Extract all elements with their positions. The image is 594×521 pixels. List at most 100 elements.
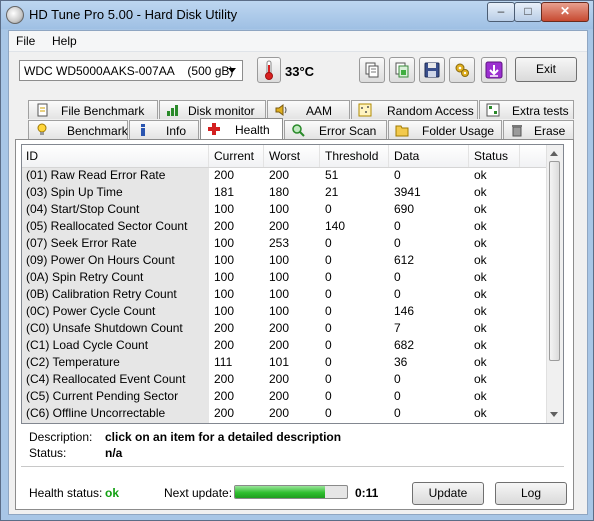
drive-select[interactable]: WDC WD5000AAKS-007AA (500 gB) — [19, 60, 243, 81]
table-row[interactable]: (0B) Calibration Retry Count 100 100 0 0 ok — [22, 286, 548, 303]
col-header-threshold[interactable]: Threshold — [325, 149, 378, 163]
scroll-thumb[interactable] — [549, 161, 560, 361]
tab-folder-usage[interactable]: Folder Usage — [388, 120, 502, 139]
maximize-button[interactable]: □ — [514, 2, 542, 22]
cell-data: 0 — [394, 389, 401, 403]
table-row[interactable]: (0C) Power Cycle Count 100 100 0 146 ok — [22, 303, 548, 320]
cell-status: ok — [474, 236, 487, 250]
cell-status: ok — [474, 372, 487, 386]
tab-benchmark[interactable]: Benchmark — [28, 120, 128, 139]
cell-current: 200 — [214, 219, 235, 233]
cell-data: 146 — [394, 304, 415, 318]
trash-icon — [512, 125, 522, 137]
table-row[interactable]: (C1) Load Cycle Count 200 200 0 682 ok — [22, 337, 548, 354]
table-row[interactable]: (C5) Current Pending Sector 200 200 0 0 ok — [22, 388, 548, 405]
cell-threshold: 0 — [325, 338, 332, 352]
options-icon[interactable] — [449, 57, 475, 83]
log-button[interactable]: Log — [495, 482, 567, 505]
cell-id: (C0) Unsafe Shutdown Count — [26, 321, 183, 335]
cell-threshold: 0 — [325, 304, 332, 318]
table-row[interactable]: (01) Raw Read Error Rate 200 200 51 0 ok — [22, 167, 548, 184]
tab-info[interactable]: Info — [129, 120, 199, 139]
cell-current: 100 — [214, 270, 235, 284]
title-bar[interactable]: HD Tune Pro 5.00 - Hard Disk Utility ‒ □… — [1, 1, 593, 29]
table-row[interactable]: (C6) Offline Uncorrectable 200 200 0 0 ok — [22, 405, 548, 422]
tab-label: Info — [166, 124, 187, 138]
tab-disk-monitor[interactable]: Disk monitor — [159, 100, 266, 119]
tab-label: Disk monitor — [188, 104, 255, 118]
col-header-current[interactable]: Current — [214, 149, 254, 163]
minimize-button[interactable]: ‒ — [487, 2, 515, 22]
update-button[interactable]: Update — [412, 482, 484, 505]
table-row[interactable]: (0A) Spin Retry Count 100 100 0 0 ok — [22, 269, 548, 286]
cell-id: (0B) Calibration Retry Count — [26, 287, 177, 301]
chevron-down-icon — [228, 68, 236, 73]
info-icon — [141, 124, 145, 136]
menu-help[interactable]: Help — [52, 34, 77, 48]
tab-error-scan[interactable]: Error Scan — [284, 120, 387, 139]
table-row[interactable]: (09) Power On Hours Count 100 100 0 612 ok — [22, 252, 548, 269]
countdown-value: 0:11 — [355, 486, 379, 500]
tab-label: Extra tests — [512, 104, 569, 118]
cell-id: (09) Power On Hours Count — [26, 253, 175, 267]
tab-label: Random Access — [387, 104, 474, 118]
cell-current: 100 — [214, 304, 235, 318]
vertical-scrollbar[interactable] — [546, 145, 563, 423]
table-row[interactable]: (C0) Unsafe Shutdown Count 200 200 0 7 ok — [22, 320, 548, 337]
cell-data: 7 — [394, 321, 401, 335]
toolbar: WDC WD5000AAKS-007AA (500 gB) 33°C Exit — [9, 52, 587, 92]
cell-current: 200 — [214, 406, 235, 420]
cell-status: ok — [474, 202, 487, 216]
table-row[interactable]: (05) Reallocated Sector Count 200 200 140 0 o… — [22, 218, 548, 235]
smart-attributes-grid[interactable]: ID Current Worst Threshold Data Status (… — [21, 144, 564, 424]
copy-screenshot-icon[interactable] — [389, 57, 415, 83]
cell-id: (C4) Reallocated Event Count — [26, 372, 186, 386]
col-header-id[interactable]: ID — [26, 149, 38, 163]
scroll-up-icon[interactable] — [550, 151, 558, 156]
cell-status: ok — [474, 389, 487, 403]
tab-file-benchmark[interactable]: File Benchmark — [28, 100, 158, 119]
health-status-value: ok — [105, 486, 120, 500]
tab-random-access[interactable]: Random Access — [351, 100, 478, 119]
cell-data: 36 — [394, 355, 408, 369]
cell-worst: 100 — [269, 270, 290, 284]
tab-erase[interactable]: Erase — [503, 120, 574, 139]
col-header-status[interactable]: Status — [474, 149, 508, 163]
update-progress-bar — [234, 485, 348, 499]
table-row[interactable]: (C2) Temperature 111 101 0 36 ok — [22, 354, 548, 371]
cell-status: ok — [474, 406, 487, 420]
cell-status: ok — [474, 338, 487, 352]
table-row[interactable]: (07) Seek Error Rate 100 253 0 0 ok — [22, 235, 548, 252]
menu-file[interactable]: File — [16, 34, 35, 48]
tab-health[interactable]: Health — [200, 118, 283, 139]
download-icon[interactable] — [481, 57, 507, 83]
cell-worst: 200 — [269, 406, 290, 420]
cell-worst: 200 — [269, 321, 290, 335]
cell-data: 612 — [394, 253, 415, 267]
col-header-worst[interactable]: Worst — [269, 149, 300, 163]
cell-threshold: 0 — [325, 270, 332, 284]
tab-extra-tests[interactable]: Extra tests — [479, 100, 574, 119]
table-row[interactable]: (03) Spin Up Time 181 180 21 3941 ok — [22, 184, 548, 201]
close-button[interactable]: ✕ — [541, 2, 589, 22]
table-row[interactable]: (04) Start/Stop Count 100 100 0 690 ok — [22, 201, 548, 218]
table-row[interactable]: (C4) Reallocated Event Count 200 200 0 0 ok — [22, 371, 548, 388]
tab-label: Benchmark — [67, 124, 128, 138]
tab-aam[interactable]: AAM — [267, 100, 350, 119]
scroll-down-icon[interactable] — [550, 412, 558, 417]
exit-button[interactable]: Exit — [515, 57, 577, 82]
temperature-value: 33°C — [285, 64, 315, 79]
description-value: click on an item for a detailed descript… — [105, 430, 342, 444]
cell-worst: 200 — [269, 389, 290, 403]
cell-status: ok — [474, 219, 487, 233]
cell-worst: 200 — [269, 372, 290, 386]
cell-threshold: 0 — [325, 236, 332, 250]
col-header-data[interactable]: Data — [394, 149, 419, 163]
copy-icon[interactable] — [359, 57, 385, 83]
cell-worst: 100 — [269, 287, 290, 301]
save-icon[interactable] — [419, 57, 445, 83]
cell-data: 0 — [394, 287, 401, 301]
cell-data: 682 — [394, 338, 415, 352]
cell-data: 0 — [394, 168, 401, 182]
cell-id: (C5) Current Pending Sector — [26, 389, 179, 403]
